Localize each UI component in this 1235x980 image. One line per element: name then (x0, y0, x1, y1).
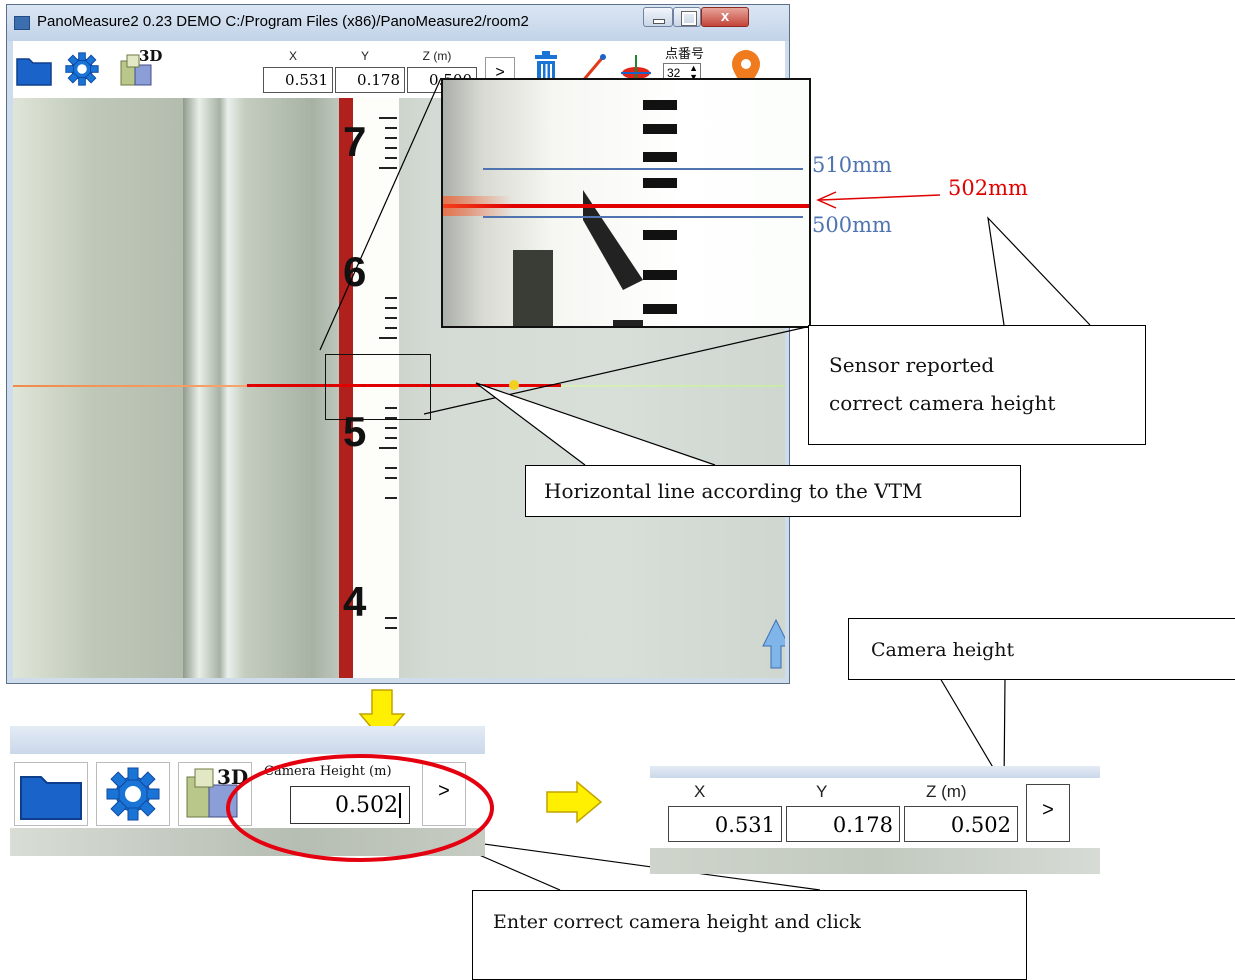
folder-icon (20, 776, 82, 820)
step2-y-field[interactable]: 0.178 (786, 806, 900, 842)
step1-settings-button[interactable] (96, 762, 170, 826)
step1-folder-button[interactable] (14, 762, 88, 826)
right-arrow-icon (546, 780, 603, 824)
step2-z-field[interactable]: 0.502 (904, 806, 1018, 842)
gear-icon (106, 767, 160, 821)
title-strip (10, 726, 485, 754)
step2-x-label: X (694, 782, 706, 801)
callout-sensor-line2: correct camera height (829, 391, 1056, 415)
photo-strip (650, 848, 1100, 874)
step2-x-field[interactable]: 0.531 (668, 806, 782, 842)
step2-z-label: Z (m) (926, 782, 967, 801)
callout-horizontal-line: Horizontal line according to the VTM (525, 465, 1021, 517)
callout-sensor-line1: Sensor reported (829, 353, 995, 377)
updated-coordinates-toolbar: X Y Z (m) 0.531 0.178 0.502 > (650, 766, 1100, 874)
callout-camera-height: Camera height (848, 618, 1235, 680)
step2-next-button[interactable]: > (1026, 784, 1070, 842)
callout-sensor: Sensor reported correct camera height (808, 325, 1146, 445)
step2-y-label: Y (816, 782, 828, 801)
highlight-ellipse (226, 754, 494, 862)
callout-enter-height: Enter correct camera height and click (472, 890, 1027, 980)
title-strip (650, 766, 1100, 778)
